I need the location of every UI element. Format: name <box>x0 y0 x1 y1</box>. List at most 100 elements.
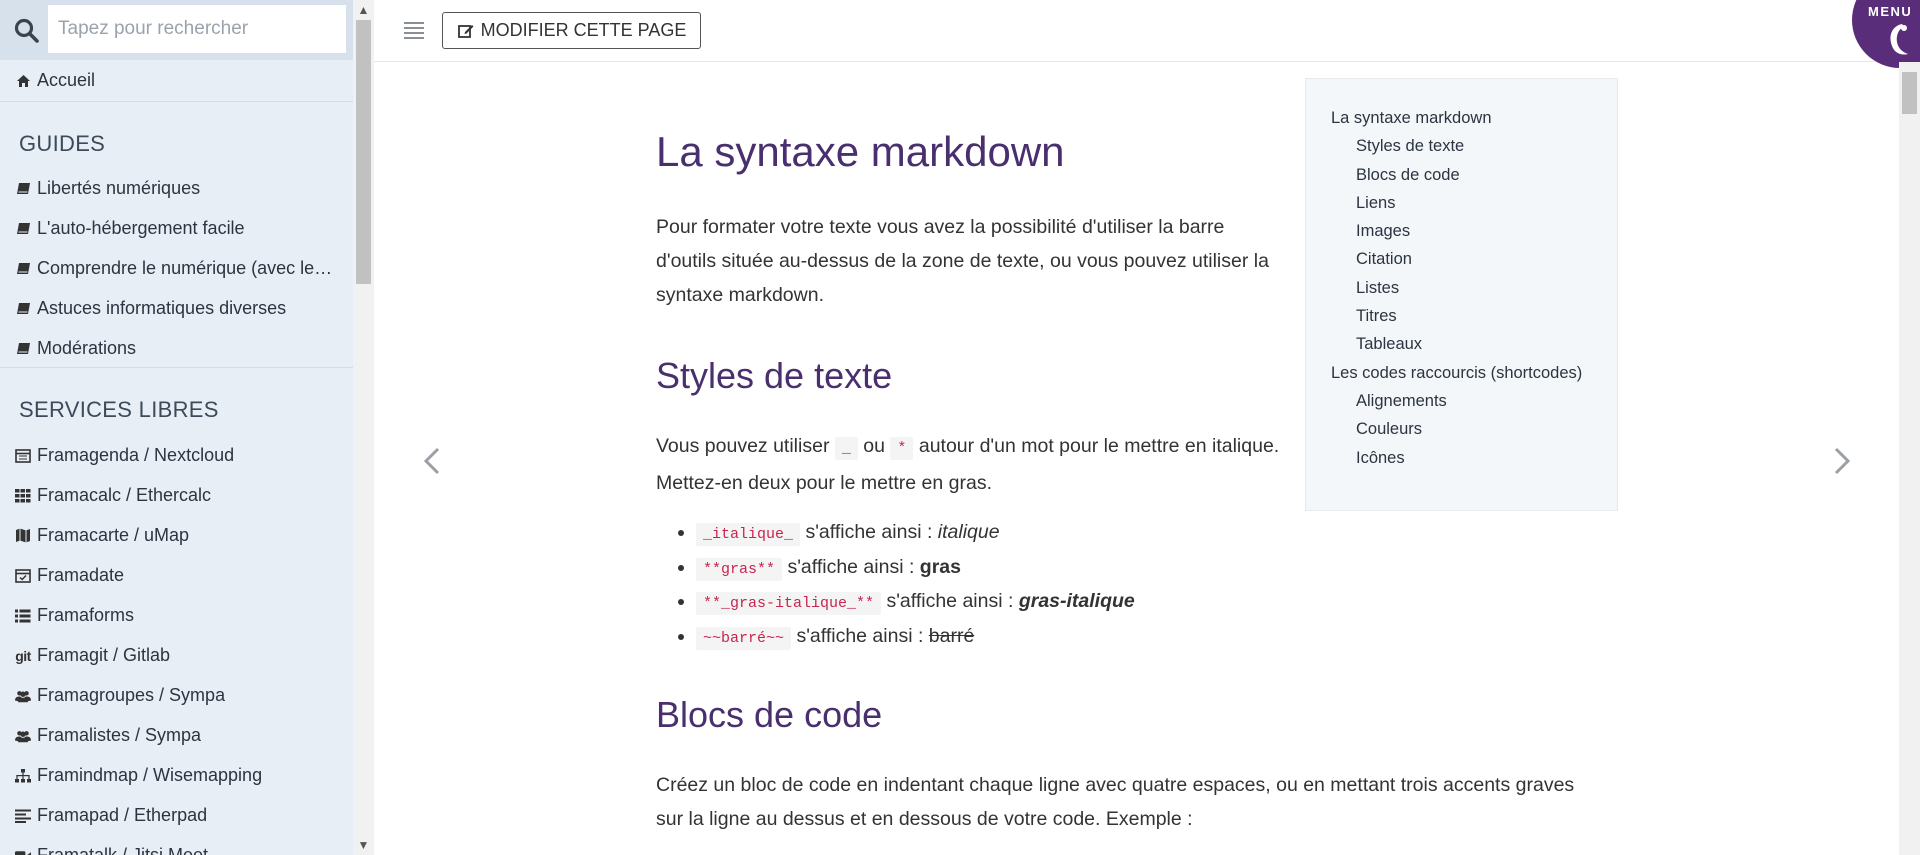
sidebar-item-service[interactable]: Framatalk / Jitsi Meet <box>15 845 337 855</box>
sidebar-item-service[interactable]: Framaforms <box>15 605 337 626</box>
toc-link[interactable]: Titres <box>1356 307 1397 326</box>
sidebar-item-label: Framaforms <box>37 605 135 625</box>
sidebar-item-service[interactable]: Framagenda / Nextcloud <box>15 445 337 466</box>
scroll-thumb[interactable] <box>356 20 371 284</box>
search-icon <box>14 18 39 43</box>
list-result: gras-italique <box>1018 590 1135 612</box>
sidebar-item-service[interactable]: Framalistes / Sympa <box>15 725 337 746</box>
styles-list: _italique_ s'affiche ainsi : italique**g… <box>696 515 1135 653</box>
section-heading-code: Blocs de code <box>656 694 883 735</box>
sidebar-item-home[interactable]: Accueil <box>15 70 337 91</box>
list-item: **gras** s'affiche ainsi : gras <box>696 550 1135 585</box>
sidebar-item-label: Framadate <box>37 565 125 585</box>
page-title: La syntaxe markdown <box>656 128 1065 175</box>
book-icon <box>15 181 31 197</box>
toc-link[interactable]: Icônes <box>1356 449 1405 468</box>
sidebar-item-label: Framacarte / uMap <box>37 525 190 545</box>
top-bar: MODIFIER CETTE PAGE <box>374 0 1920 62</box>
code-underscore: _ <box>834 437 858 460</box>
book-icon <box>15 341 31 357</box>
book-icon <box>15 261 31 277</box>
list-text: s'affiche ainsi : <box>787 555 915 578</box>
sidebar-item-label: L'auto-hébergement facile <box>37 218 245 238</box>
markdown-code: _italique_ <box>696 523 801 546</box>
section-title-services: SERVICES LIBRES <box>19 397 219 422</box>
sidebar-item-label: Framatalk / Jitsi Meet <box>37 845 209 855</box>
sidebar-item-service[interactable]: Framindmap / Wisemapping <box>15 765 337 786</box>
sidebar-item-label: Framacalc / Ethercalc <box>37 485 212 505</box>
edit-page-label: MODIFIER CETTE PAGE <box>480 20 687 40</box>
list-result: italique <box>937 521 1000 543</box>
list-text: s'affiche ainsi : <box>886 590 1014 612</box>
list-item: **_gras-italique_** s'affiche ainsi : gr… <box>696 584 1135 619</box>
sidebar-scrollbar[interactable]: ▲ ▼ <box>353 0 374 855</box>
sidebar-item-service[interactable]: Framapad / Etherpad <box>15 805 337 826</box>
book-icon <box>15 221 31 237</box>
map-icon <box>15 528 31 544</box>
toc-link[interactable]: Listes <box>1356 279 1399 298</box>
hamburger-icon[interactable] <box>404 22 424 39</box>
toc-link[interactable]: La syntaxe markdown <box>1331 109 1492 128</box>
sidebar-item-guide[interactable]: Comprendre le numérique (avec le… <box>15 258 337 279</box>
toc-link[interactable]: Couleurs <box>1356 420 1422 439</box>
scroll-up-icon[interactable]: ▲ <box>353 0 374 20</box>
sidebar-item-service[interactable]: Framadate <box>15 565 337 586</box>
toc-link[interactable]: Tableaux <box>1356 335 1422 354</box>
sidebar-item-label: Framagenda / Nextcloud <box>37 445 235 465</box>
toc-link[interactable]: Liens <box>1356 194 1395 213</box>
book-icon <box>15 301 31 317</box>
toc-link[interactable]: Styles de texte <box>1356 137 1464 156</box>
edit-icon <box>457 24 474 38</box>
sidebar-item-label: Comprendre le numérique (avec le… <box>37 258 333 278</box>
sidebar-item-service[interactable]: Framacalc / Ethercalc <box>15 485 337 506</box>
toc-link[interactable]: Blocs de code <box>1356 166 1460 185</box>
toc-link[interactable]: Images <box>1356 222 1410 241</box>
edit-page-button[interactable]: MODIFIER CETTE PAGE <box>442 12 701 49</box>
list-icon <box>15 608 31 624</box>
menu-label[interactable]: MENU <box>1868 4 1912 19</box>
next-page-icon[interactable] <box>1830 443 1854 479</box>
toc-link[interactable]: Citation <box>1356 250 1412 269</box>
sidebar: Accueil GUIDES Libertés numériques L'auto… <box>0 0 374 855</box>
markdown-code: **_gras-italique_** <box>696 592 882 615</box>
sitemap-icon <box>15 768 31 784</box>
markdown-code: ~~barré~~ <box>696 626 792 650</box>
framasoft-logo-icon <box>1890 24 1908 55</box>
sidebar-item-service[interactable]: git Framagit / Gitlab <box>15 645 337 666</box>
search-bar <box>0 0 353 60</box>
scroll-down-icon[interactable]: ▼ <box>353 835 374 855</box>
intro-paragraph: Pour formater votre texte vous avez la p… <box>656 216 1269 306</box>
users-icon <box>15 688 31 704</box>
list-result: barré <box>928 624 975 647</box>
table-of-contents: La syntaxe markdown Styles de texte Blocs … <box>1305 78 1618 511</box>
list-item: _italique_ s'affiche ainsi : italique <box>696 515 1135 550</box>
sidebar-item-label: Framindmap / Wisemapping <box>37 765 263 785</box>
toc-link[interactable]: Alignements <box>1356 392 1447 411</box>
section-title-guides: GUIDES <box>19 131 106 156</box>
sidebar-item-label: Framagroupes / Sympa <box>37 685 226 705</box>
sidebar-item-guide[interactable]: Astuces informatiques diverses <box>15 298 337 319</box>
styles-text: Vous pouvez utiliser <box>656 435 830 457</box>
toc-link[interactable]: Les codes raccourcis (shortcodes) <box>1331 364 1582 383</box>
list-item: ~~barré~~ s'affiche ainsi : barré <box>696 619 1135 654</box>
sidebar-item-label: Libertés numériques <box>37 178 201 198</box>
list-result: gras <box>919 555 961 578</box>
styles-text: ou <box>863 435 885 457</box>
sidebar-item-guide[interactable]: Modérations <box>15 338 337 359</box>
sidebar-item-guide[interactable]: L'auto-hébergement facile <box>15 218 337 239</box>
previous-page-icon[interactable] <box>420 443 444 479</box>
sidebar-item-service[interactable]: Framagroupes / Sympa <box>15 685 337 706</box>
page-scroll-thumb[interactable] <box>1902 72 1917 114</box>
sidebar-item-guide[interactable]: Libertés numériques <box>15 178 337 199</box>
home-icon <box>15 73 31 89</box>
sidebar-item-label: Accueil <box>37 70 96 90</box>
sidebar-item-service[interactable]: Framacarte / uMap <box>15 525 337 546</box>
search-input[interactable] <box>48 5 346 53</box>
sidebar-item-label: Framapad / Etherpad <box>37 805 208 825</box>
section-heading-styles: Styles de texte <box>656 355 893 396</box>
git-icon: git <box>15 647 31 664</box>
sidebar-item-label: Modérations <box>37 338 137 358</box>
list-text: s'affiche ainsi : <box>796 624 924 647</box>
page-scrollbar[interactable] <box>1899 62 1920 855</box>
styles-paragraph: Vous pouvez utiliser _ ou * autour d'un … <box>656 429 1286 500</box>
